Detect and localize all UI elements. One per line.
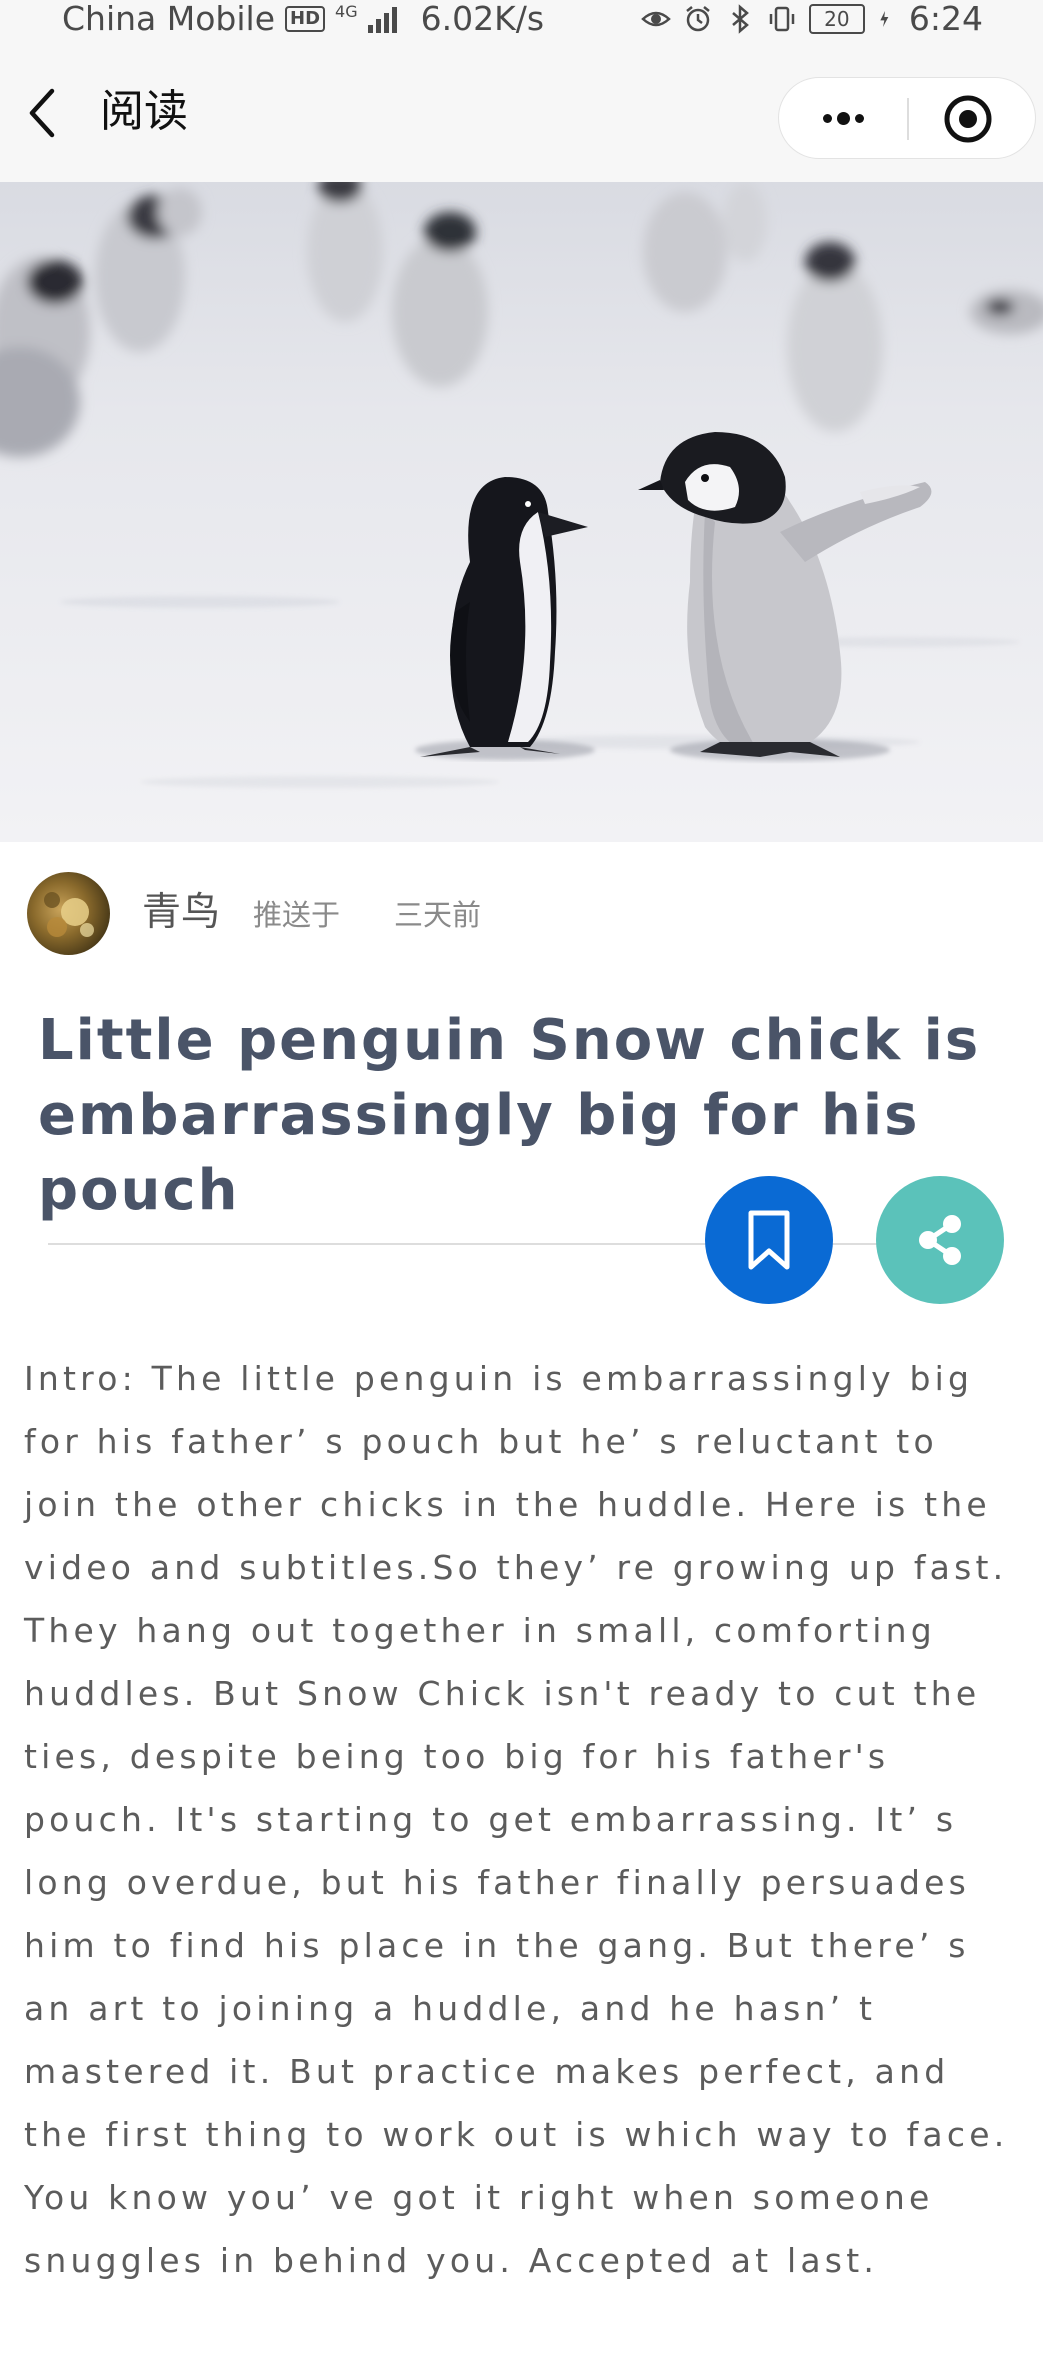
bluetooth-icon — [732, 4, 749, 34]
more-dot — [823, 114, 832, 123]
vibrate-icon — [769, 6, 795, 32]
hero-image — [0, 182, 1043, 842]
bookmark-button[interactable] — [705, 1176, 833, 1304]
avatar-image — [44, 892, 94, 937]
page-title: 阅读 — [100, 86, 188, 137]
nav-bar: 阅读 — [0, 40, 1043, 182]
back-button[interactable] — [22, 85, 62, 141]
target-close-icon — [944, 95, 992, 143]
charging-icon — [880, 11, 889, 27]
alarm-icon — [686, 6, 710, 32]
penguin-photo — [0, 182, 1043, 842]
more-button[interactable] — [799, 88, 889, 148]
article-page: China Mobile HD 4G 6.02K/s 20 6:24 阅读 青鸟… — [0, 0, 1043, 2363]
signal-icon — [367, 5, 397, 33]
network-label: 4G — [335, 2, 358, 21]
share-icon — [919, 1215, 961, 1265]
battery-icon: 20 — [808, 4, 865, 34]
share-button[interactable] — [876, 1176, 1004, 1304]
more-dot — [855, 114, 864, 123]
status-left: China Mobile HD 4G 6.02K/s — [62, 0, 544, 38]
network-speed: 6.02K/s — [420, 0, 545, 38]
article-body: Intro: The little penguin is embarrassin… — [24, 1359, 1009, 2280]
mini-program-capsule — [778, 77, 1036, 159]
carrier-label: China Mobile — [62, 0, 276, 38]
more-dot — [837, 112, 850, 125]
article-title: Little penguin Snow chick is embarrassin… — [38, 1008, 981, 1223]
chevron-left-icon — [29, 88, 55, 138]
eye-icon — [641, 11, 671, 27]
post-time: 三天前 — [394, 898, 482, 932]
status-bar: China Mobile HD 4G 6.02K/s 20 6:24 — [0, 0, 1043, 40]
clock-time: 6:24 — [908, 0, 983, 38]
author-row: 青鸟 推送于 三天前 — [0, 842, 1043, 962]
pushed-label: 推送于 — [253, 898, 341, 932]
capsule-divider — [907, 98, 909, 140]
status-right: 20 6:24 — [641, 0, 983, 38]
author-name[interactable]: 青鸟 — [142, 890, 220, 936]
avatar[interactable] — [27, 872, 110, 955]
hd-badge: HD — [285, 6, 326, 32]
bookmark-icon — [748, 1210, 790, 1270]
close-button[interactable] — [939, 90, 997, 148]
